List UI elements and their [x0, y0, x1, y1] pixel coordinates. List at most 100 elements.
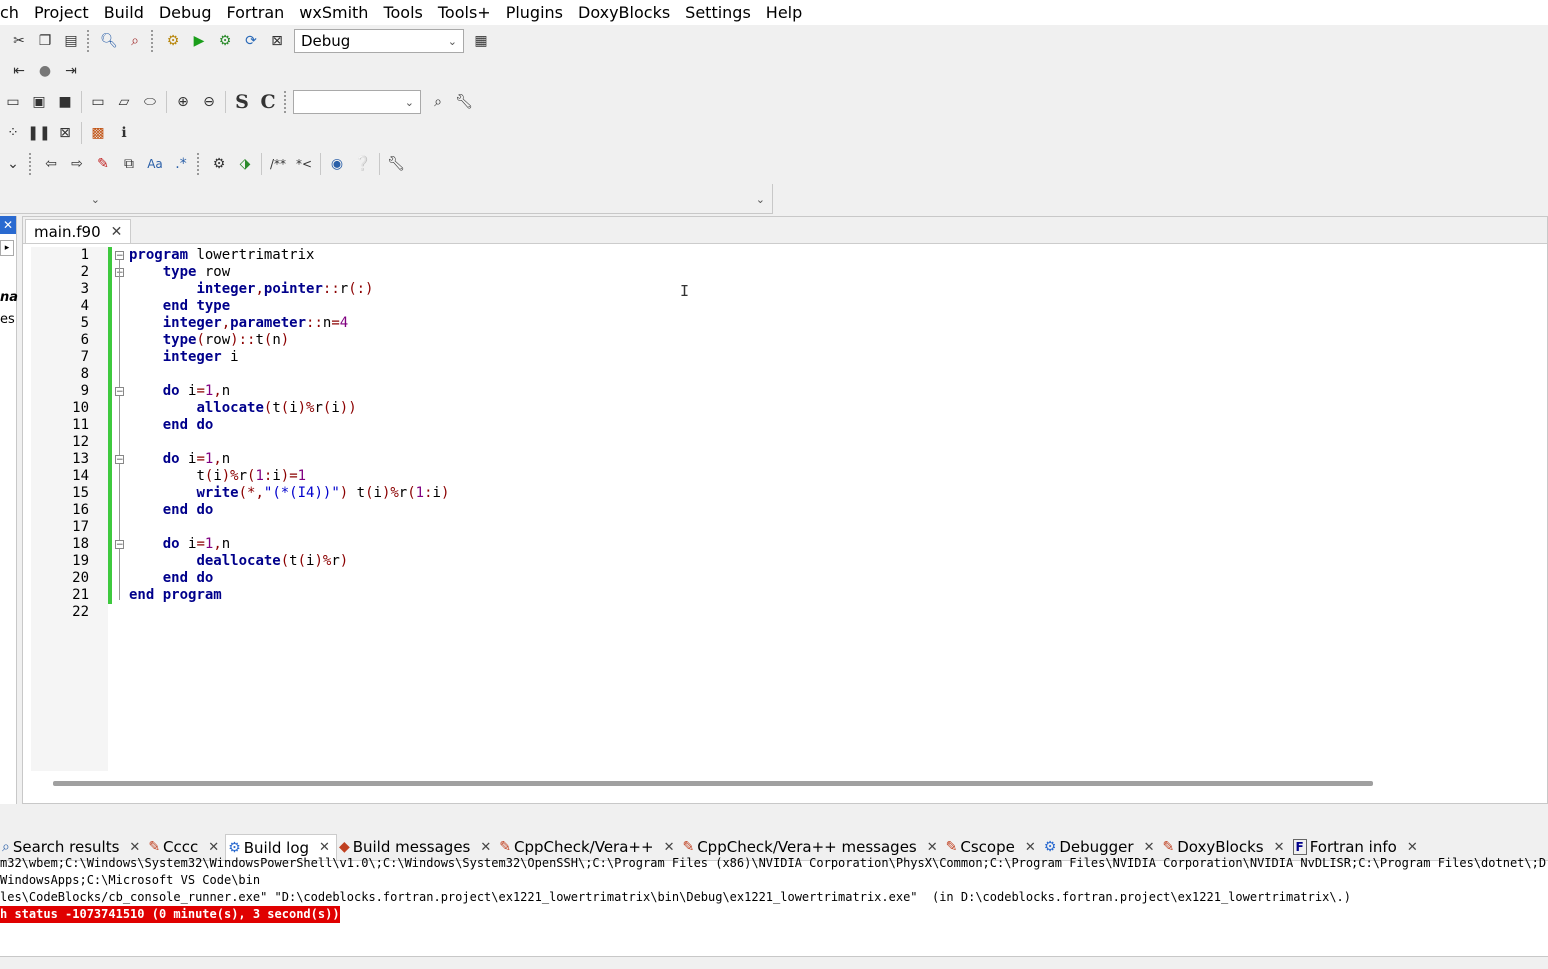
close-icon[interactable]: ✕ [1025, 840, 1036, 855]
shape-1-icon[interactable]: ▭ [87, 91, 109, 113]
doxy-extract-icon[interactable]: ⬗ [234, 153, 256, 175]
doxy-config-icon[interactable]: 🔧︎ [385, 153, 407, 175]
symbol-search-combo[interactable]: ⌄ [293, 90, 421, 114]
menu-wxsmith[interactable]: wxSmith [291, 3, 375, 22]
close-icon[interactable]: ✕ [1274, 840, 1285, 855]
close-icon[interactable]: ✕ [129, 840, 140, 855]
abort-icon[interactable]: ⊠ [266, 30, 288, 52]
fold-margin [112, 247, 128, 771]
jump-icon[interactable]: ⧉ [118, 153, 140, 175]
horizontal-scrollbar[interactable] [29, 777, 1543, 789]
replace-icon[interactable]: ⌕ [124, 30, 146, 52]
back-arrow-icon[interactable]: ⇦ [40, 153, 62, 175]
chevron-down-icon: ⌄ [90, 192, 100, 206]
menu-help[interactable]: Help [758, 3, 809, 22]
code-line: do i=1,n [162, 383, 231, 399]
toolbar-grip [197, 153, 203, 175]
editor-tab-label: main.f90 [34, 222, 101, 241]
wrench-settings-icon[interactable]: 🔧︎ [453, 91, 475, 113]
log-line: m32\wbem;C:\Windows\System32\WindowsPowe… [0, 856, 1548, 870]
log-line: WindowsApps;C:\Microsoft VS Code\bin [0, 873, 261, 887]
regex-icon[interactable]: .* [170, 153, 192, 175]
dropdown-stub-icon[interactable]: ⌄ [2, 153, 24, 175]
shape-2-icon[interactable]: ▱ [113, 91, 135, 113]
menu-project[interactable]: Project [26, 3, 96, 22]
toolbar-debug: ⁘ ❚❚ ⊠ ▩ ℹ [0, 119, 137, 147]
highlight-icon[interactable]: ✎ [92, 153, 114, 175]
rebuild-icon[interactable]: ⟳ [240, 30, 262, 52]
block-comment-icon[interactable]: /** [267, 153, 289, 175]
chm-help-icon[interactable]: ❔ [352, 153, 374, 175]
copy-icon[interactable]: ❐ [34, 30, 56, 52]
layout-1-icon[interactable]: ▭ [2, 91, 24, 113]
forward-arrow-icon[interactable]: ⇨ [66, 153, 88, 175]
close-icon[interactable]: ✕ [1407, 840, 1418, 855]
toggle-bookmark-icon[interactable]: ● [34, 60, 56, 82]
build-options-icon[interactable]: ▦ [470, 30, 492, 52]
toolbar-grip [284, 91, 290, 113]
menu-tools[interactable]: Tools [375, 3, 429, 22]
shape-3-icon[interactable]: ⬭ [139, 91, 161, 113]
menu-settings[interactable]: Settings [677, 3, 758, 22]
line-comment-icon[interactable]: *< [293, 153, 315, 175]
fold-toggle-icon[interactable]: − [115, 387, 124, 397]
run-icon[interactable]: ▶ [188, 30, 210, 52]
close-icon[interactable]: ✕ [927, 840, 938, 855]
menu-fortran[interactable]: Fortran [218, 3, 291, 22]
tab-label: Build messages [352, 838, 471, 856]
stop-debug-icon[interactable]: ⊠ [54, 122, 76, 144]
scrollbar-thumb[interactable] [53, 781, 1373, 786]
close-icon[interactable]: ✕ [208, 840, 219, 855]
s-icon[interactable]: S [231, 91, 253, 113]
prev-bookmark-icon[interactable]: ⇤ [8, 60, 30, 82]
zoom-in-icon[interactable]: ⊕ [172, 91, 194, 113]
menu-build[interactable]: Build [96, 3, 151, 22]
close-tab-icon[interactable]: ✕ [111, 224, 123, 240]
chevron-down-icon: ⌄ [755, 192, 765, 206]
build-gear-icon[interactable]: ⚙ [162, 30, 184, 52]
code-line: do i=1,n [162, 451, 231, 467]
html-docs-icon[interactable]: ◉ [326, 153, 348, 175]
zoom-out-icon[interactable]: ⊖ [198, 91, 220, 113]
fold-toggle-icon[interactable]: − [115, 251, 124, 261]
layout-2-icon[interactable]: ▣ [28, 91, 50, 113]
match-case-icon[interactable]: Aa [144, 153, 166, 175]
next-bookmark-icon[interactable]: ⇥ [60, 60, 82, 82]
info-icon[interactable]: ℹ [113, 122, 135, 144]
line-number: 9 [80, 383, 89, 399]
close-icon[interactable]: ✕ [319, 840, 330, 855]
build-target-select[interactable]: Debug ⌄ [294, 29, 464, 53]
cut-icon[interactable]: ✂ [8, 30, 30, 52]
function-select[interactable]: ⌄ [111, 187, 771, 211]
debug-step-icon[interactable]: ⁘ [2, 122, 24, 144]
menu-plugins[interactable]: Plugins [498, 3, 570, 22]
menu-tools-plus[interactable]: Tools+ [430, 3, 498, 22]
close-icon[interactable]: ✕ [480, 840, 491, 855]
menu-doxyblocks[interactable]: DoxyBlocks [570, 3, 677, 22]
line-number: 4 [80, 298, 89, 314]
scope-select[interactable]: ⌄ [0, 187, 106, 211]
close-icon[interactable]: ✕ [664, 840, 675, 855]
close-icon[interactable]: ✕ [1144, 840, 1155, 855]
menu-search[interactable]: ch [0, 3, 26, 22]
find-icon[interactable]: 🔍︎ [98, 30, 120, 52]
fold-toggle-icon[interactable]: − [115, 540, 124, 550]
build-and-run-icon[interactable]: ⚙ [214, 30, 236, 52]
line-number: 17 [72, 519, 89, 535]
search-go-icon[interactable]: ⌕ [427, 91, 449, 113]
c-icon[interactable]: C [257, 91, 279, 113]
debug-windows-icon[interactable]: ▩ [87, 122, 109, 144]
close-icon[interactable]: ✕ [0, 216, 16, 234]
build-log-pane[interactable]: m32\wbem;C:\Windows\System32\WindowsPowe… [0, 856, 1548, 961]
paste-icon[interactable]: ▤ [60, 30, 82, 52]
doxy-wizard-icon[interactable]: ⚙ [208, 153, 230, 175]
fold-toggle-icon[interactable]: − [115, 455, 124, 465]
editor-tab-main-f90[interactable]: main.f90 ✕ [25, 219, 132, 243]
status-strip [0, 956, 1548, 969]
pause-icon[interactable]: ❚❚ [27, 122, 50, 144]
layout-3-icon[interactable]: ■ [54, 91, 76, 113]
toolbar-divider [87, 30, 93, 52]
scroll-right-icon[interactable]: ▸ [0, 240, 14, 256]
menu-debug[interactable]: Debug [151, 3, 219, 22]
line-number: 8 [80, 366, 89, 382]
